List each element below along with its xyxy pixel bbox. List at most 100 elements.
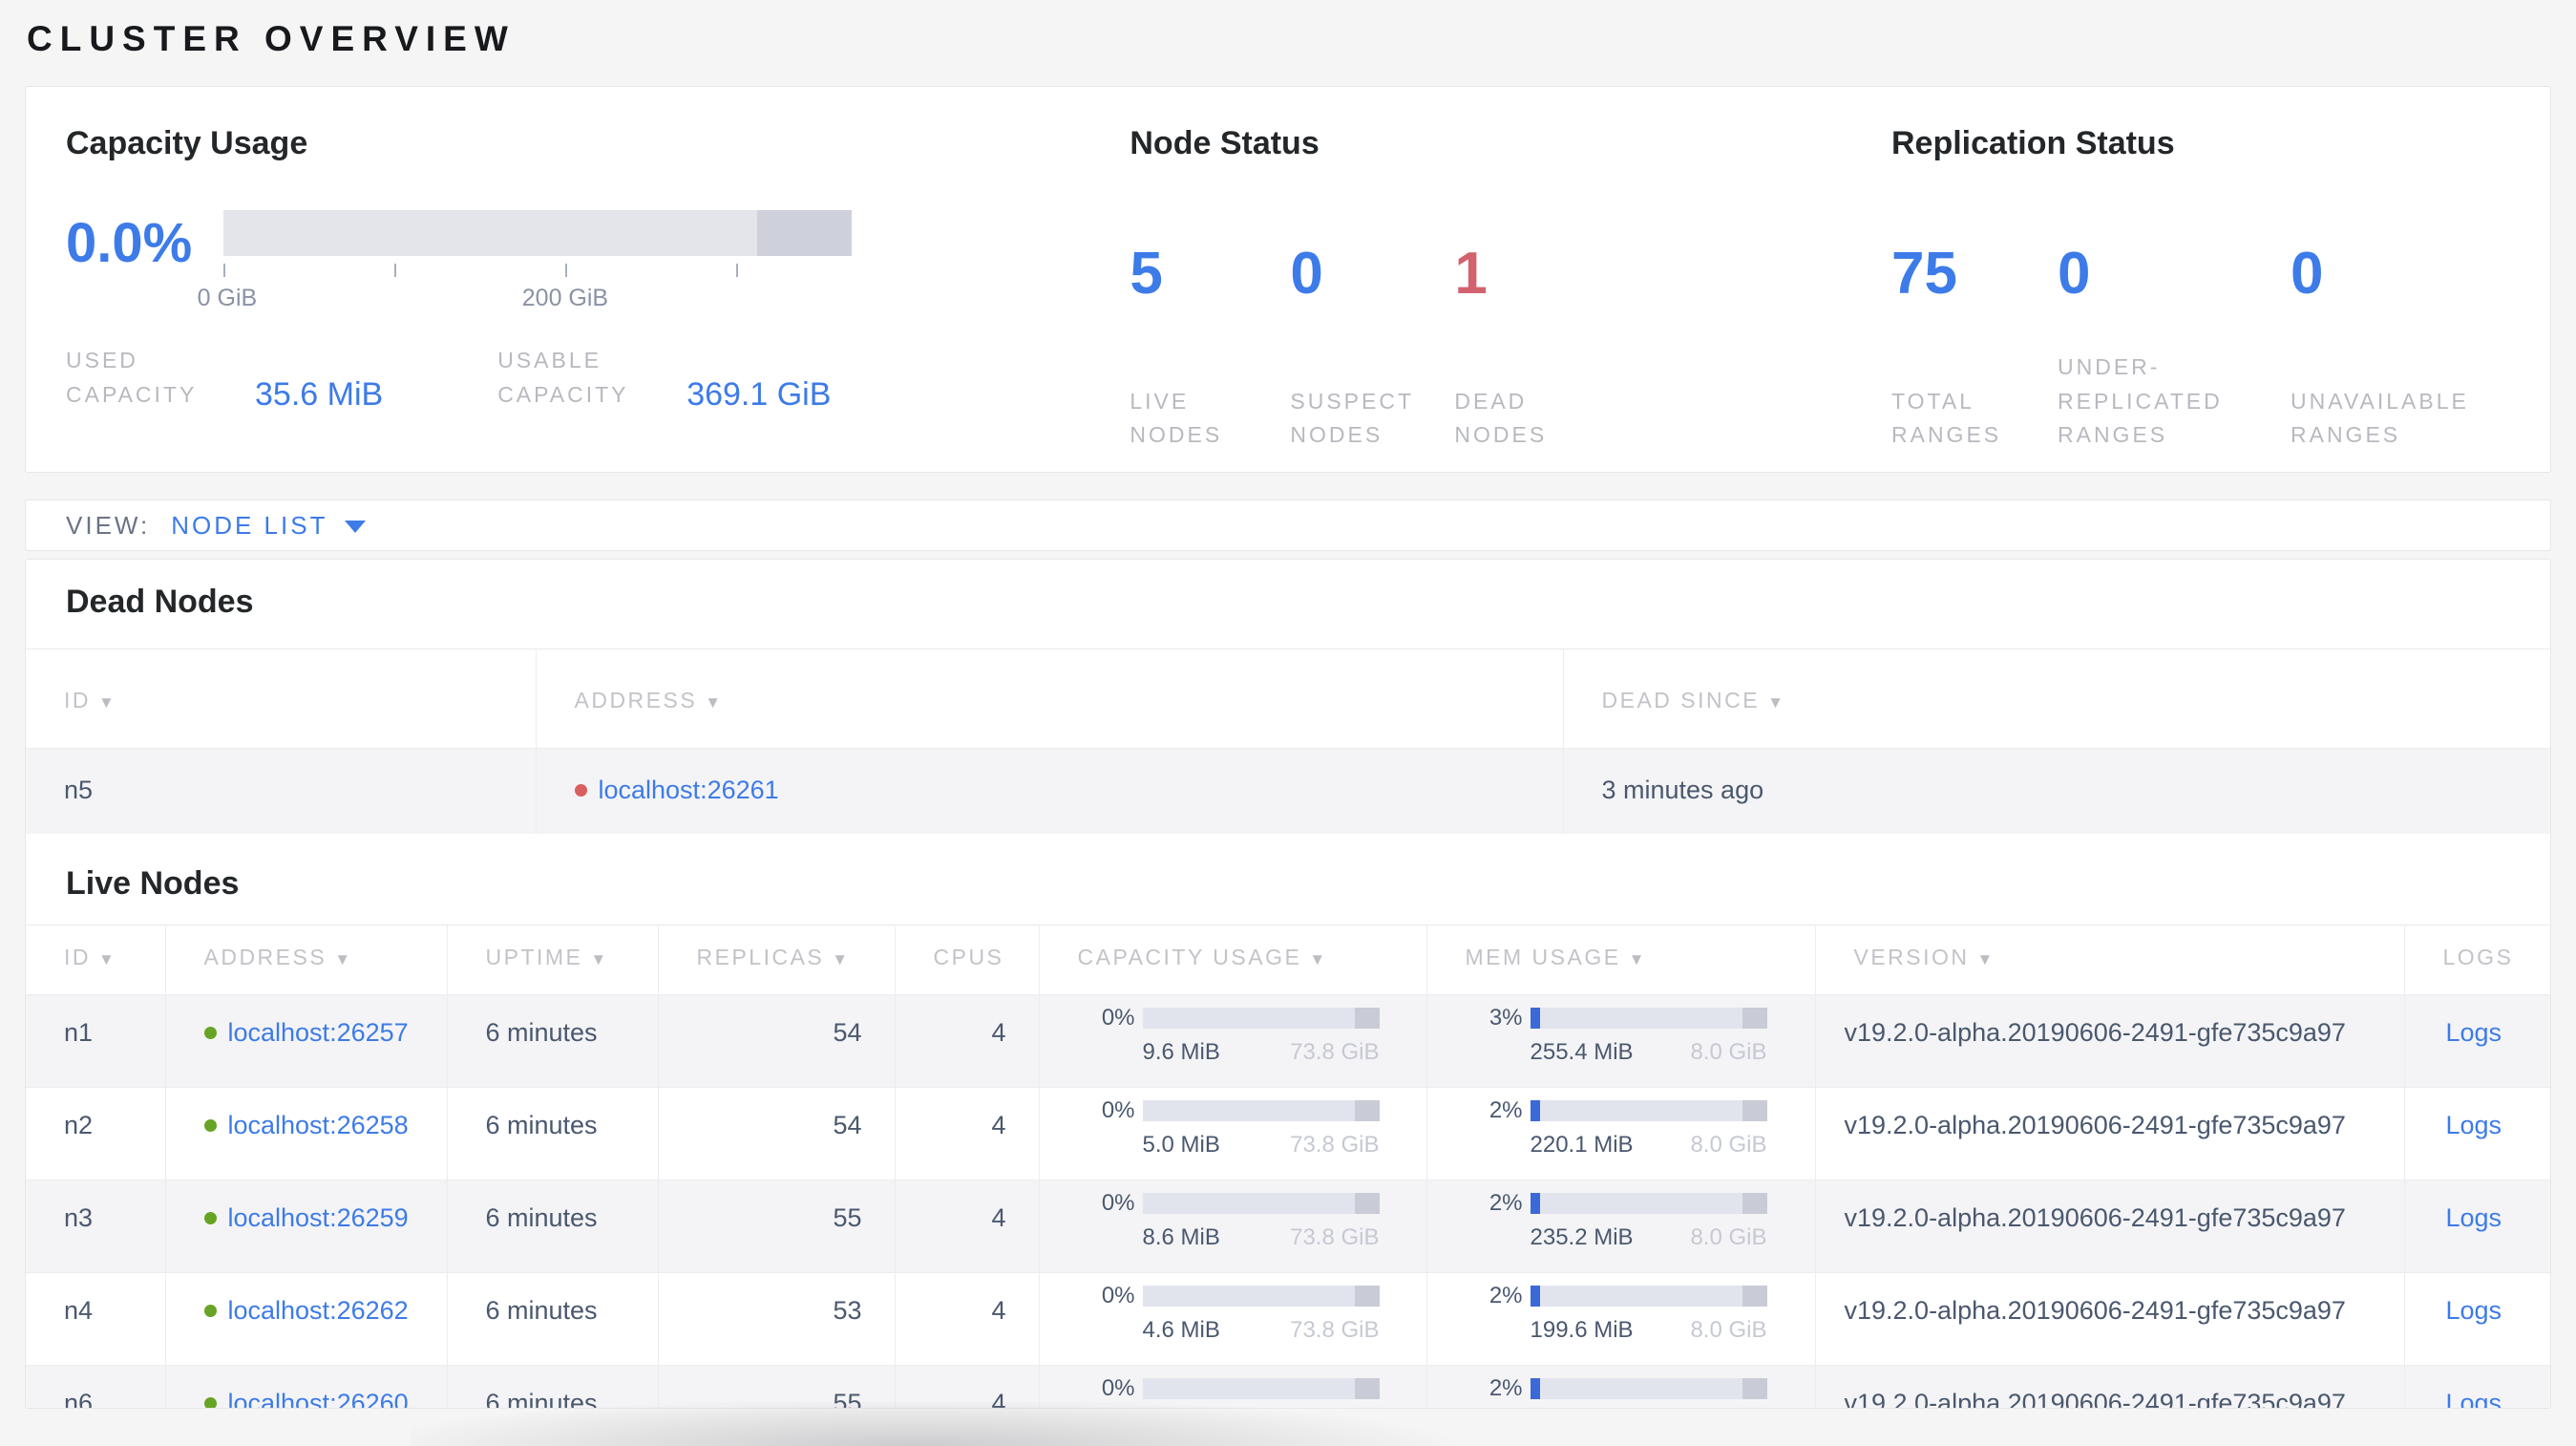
logs-link[interactable]: Logs <box>2446 1389 2502 1408</box>
mem-usage-bar <box>1530 1100 1767 1122</box>
live-col-id[interactable]: ID ▼ <box>26 925 166 995</box>
live-node-address: localhost:26262 <box>203 1296 447 1326</box>
live-node-replicas: 54 <box>658 1087 896 1180</box>
live-node-row: n6 localhost:26260 6 minutes 55 4 0% 7.8… <box>26 1365 2550 1408</box>
live-node-version: v19.2.0-alpha.20190606-2491-gfe735c9a97 <box>1815 1087 2405 1180</box>
mem-usage-bar-tail <box>1742 1100 1767 1122</box>
logs-link[interactable]: Logs <box>2446 1203 2502 1232</box>
mem-usage-percent: 2% <box>1489 1375 1523 1402</box>
live-node-address-link[interactable]: localhost:26257 <box>228 1018 409 1048</box>
capacity-usage-bar <box>1142 1100 1380 1122</box>
mem-usage-bar-fill <box>1530 1193 1540 1215</box>
total-ranges-label: TOTAL RANGES <box>1891 388 2002 448</box>
capacity-percent: 0.0% <box>66 212 193 274</box>
dead-col-dead-since[interactable]: DEAD SINCE ▼ <box>1563 649 2550 749</box>
mem-usage-bar <box>1530 1193 1767 1215</box>
dead-node-dead-since: 3 minutes ago <box>1563 748 2550 834</box>
dead-col-address[interactable]: ADDRESS ▼ <box>536 649 1564 749</box>
node-status-title: Node Status <box>1130 125 1320 161</box>
mem-usage-bar <box>1530 1008 1767 1030</box>
under-replicated-ranges-count: 0 <box>2058 241 2091 307</box>
capacity-usage-bar <box>1142 1193 1380 1215</box>
dead-node-id: n5 <box>26 748 537 834</box>
live-col-cpus: CPUS <box>895 925 1040 995</box>
mem-usage-bar-fill <box>1530 1378 1540 1400</box>
live-status-dot-icon <box>203 1305 217 1318</box>
view-selector[interactable]: NODE LIST <box>171 511 367 541</box>
live-node-version: v19.2.0-alpha.20190606-2491-gfe735c9a97 <box>1815 1180 2405 1273</box>
live-col-address[interactable]: ADDRESS ▼ <box>165 925 448 995</box>
live-col-replicas[interactable]: REPLICAS ▼ <box>658 925 896 995</box>
mem-used-value: 235.2 MiB <box>1530 1224 1634 1251</box>
logs-link[interactable]: Logs <box>2446 1111 2502 1139</box>
live-node-address-link[interactable]: localhost:26259 <box>228 1203 409 1233</box>
capacity-max-value: 73.8 GiB <box>1290 1224 1380 1251</box>
live-nodes-section-title: Live Nodes <box>66 864 240 902</box>
live-node-address-link[interactable]: localhost:26262 <box>228 1296 409 1326</box>
axis-tick <box>393 264 396 277</box>
live-node-address-link[interactable]: localhost:26258 <box>228 1111 409 1140</box>
capacity-usage-section: Capacity Usage 0.0% 0 GiB 200 GiB USED C… <box>66 125 1130 472</box>
dead-col-id[interactable]: ID ▼ <box>26 649 537 749</box>
logs-link[interactable]: Logs <box>2446 1296 2502 1325</box>
live-col-capacity-usage[interactable]: CAPACITY USAGE ▼ <box>1039 925 1427 995</box>
live-node-replicas: 53 <box>658 1272 896 1366</box>
capacity-bar-track <box>223 210 852 256</box>
live-node-row: n1 localhost:26257 6 minutes 54 4 0% 9.6… <box>26 994 2550 1088</box>
axis-tick <box>564 264 567 277</box>
live-node-address: localhost:26258 <box>203 1111 447 1140</box>
logs-link[interactable]: Logs <box>2446 1018 2502 1047</box>
live-node-replicas: 55 <box>658 1180 896 1273</box>
replication-status-section: Replication Status 75 TOTAL RANGES 0 UND… <box>1891 125 2510 472</box>
live-node-id: n6 <box>26 1365 166 1408</box>
dead-node-row: n5 localhost:26261 3 minutes ago <box>26 748 2550 834</box>
mem-usage-percent: 2% <box>1489 1097 1523 1124</box>
dead-nodes-section-title: Dead Nodes <box>66 584 254 620</box>
used-capacity-value: 35.6 MiB <box>255 375 384 413</box>
mem-usage-bar <box>1530 1286 1767 1308</box>
sort-desc-icon: ▼ <box>1628 950 1645 969</box>
live-col-uptime[interactable]: UPTIME ▼ <box>447 925 659 995</box>
dead-nodes-header-row: ID ▼ ADDRESS ▼ DEAD SINCE ▼ <box>26 649 2550 749</box>
live-node-version: v19.2.0-alpha.20190606-2491-gfe735c9a97 <box>1815 1365 2405 1408</box>
nodes-card: Dead Nodes ID ▼ ADDRESS ▼ DEAD SINCE ▼ n5 l… <box>25 559 2551 1409</box>
live-col-logs: LOGS <box>2404 925 2550 995</box>
capacity-axis: 0 GiB 200 GiB <box>198 256 852 311</box>
live-node-address: localhost:26259 <box>203 1203 447 1233</box>
capacity-usage-bar-tail <box>1354 1286 1380 1308</box>
live-nodes-label: LIVE NODES <box>1130 388 1223 448</box>
mem-usage-bar-tail <box>1742 1193 1767 1215</box>
view-selected-value[interactable]: NODE LIST <box>171 511 327 541</box>
capacity-max-value: 73.8 GiB <box>1290 1317 1380 1344</box>
capacity-bar: 0 GiB 200 GiB <box>198 210 852 311</box>
capacity-usage-bar-tail <box>1354 1193 1380 1215</box>
dead-nodes-label: DEAD NODES <box>1454 388 1548 448</box>
live-node-row: n4 localhost:26262 6 minutes 53 4 0% 4.6… <box>26 1272 2550 1366</box>
chevron-down-icon <box>345 521 367 533</box>
live-node-cpus: 4 <box>895 1087 1040 1180</box>
live-col-version[interactable]: VERSION ▼ <box>1815 925 2405 995</box>
live-col-mem-usage[interactable]: MEM USAGE ▼ <box>1426 925 1816 995</box>
mem-usage-bar <box>1530 1378 1767 1400</box>
capacity-max-value: 73.8 GiB <box>1290 1132 1380 1159</box>
sort-desc-icon: ▼ <box>98 693 115 712</box>
capacity-usage-bar-tail <box>1354 1100 1380 1122</box>
live-node-replicas: 54 <box>658 994 896 1088</box>
summary-card: Capacity Usage 0.0% 0 GiB 200 GiB USED C… <box>25 86 2551 473</box>
live-node-address: localhost:26260 <box>203 1389 447 1408</box>
mem-used-value: 220.1 MiB <box>1530 1132 1634 1159</box>
sort-desc-icon: ▼ <box>590 950 607 969</box>
capacity-used-value: 4.6 MiB <box>1142 1317 1220 1344</box>
capacity-usage-bar <box>1142 1008 1380 1030</box>
mem-usage-bar-fill <box>1530 1008 1540 1030</box>
capacity-usage-percent: 0% <box>1101 1375 1135 1402</box>
dead-node-address-link[interactable]: localhost:26261 <box>599 776 779 805</box>
view-label: VIEW: <box>66 510 151 540</box>
live-node-address-link[interactable]: localhost:26260 <box>228 1389 409 1408</box>
live-status-dot-icon <box>203 1212 217 1225</box>
capacity-used-value: 8.6 MiB <box>1142 1224 1220 1251</box>
axis-tick <box>735 264 738 277</box>
axis-label-0: 0 GiB <box>197 285 258 311</box>
live-node-id: n1 <box>26 994 166 1088</box>
mem-max-value: 8.0 GiB <box>1690 1132 1767 1159</box>
